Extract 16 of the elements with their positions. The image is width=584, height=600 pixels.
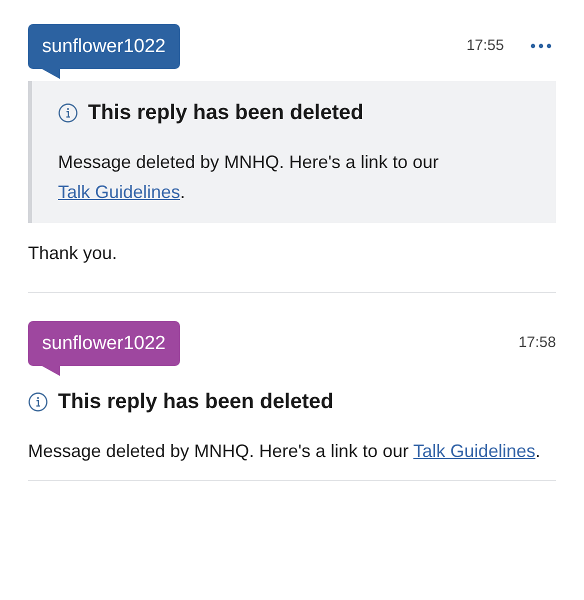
username-label[interactable]: sunflower1022 <box>28 321 180 366</box>
reply-text: Thank you. <box>28 243 118 264</box>
speech-tail-icon <box>42 69 60 79</box>
post-time: 17:58 <box>518 334 556 351</box>
post-time: 17:55 <box>466 37 504 54</box>
notice-text: Message deleted by MNHQ. Here's a link to our Talk Guidelines. <box>28 440 542 463</box>
guidelines-link[interactable]: Talk Guidelines <box>58 182 180 202</box>
speech-tail-icon <box>42 366 60 376</box>
notice-text: Message deleted by MNHQ. Here's a link to our Talk Guidelines. <box>58 151 440 204</box>
notice-title: This reply has been deleted <box>58 390 334 414</box>
info-icon <box>28 392 48 412</box>
guidelines-link[interactable]: Talk Guidelines <box>413 441 536 461</box>
username-label[interactable]: sunflower1022 <box>28 24 180 69</box>
notice-title: This reply has been deleted <box>88 101 364 125</box>
more-options-icon[interactable] <box>530 43 552 49</box>
info-icon <box>58 103 78 123</box>
